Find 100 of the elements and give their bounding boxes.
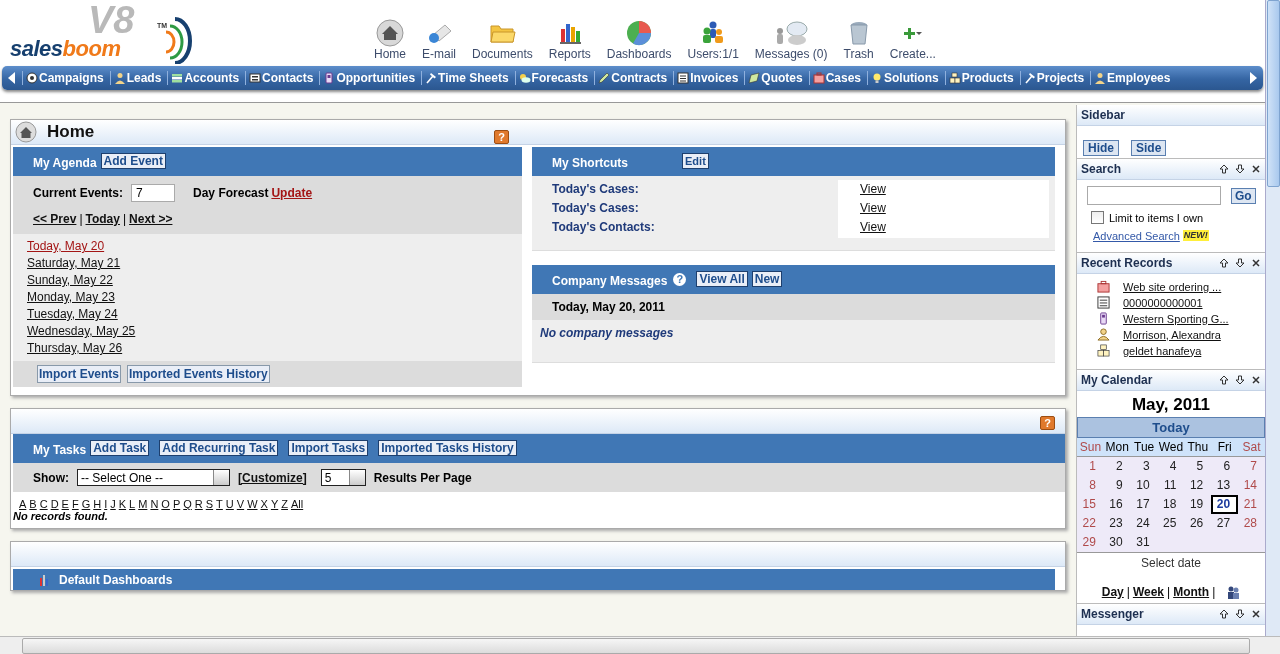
- letter-link[interactable]: O: [161, 498, 170, 510]
- calendar-day[interactable]: 2: [1103, 457, 1131, 476]
- task-button[interactable]: Add Recurring Task: [159, 440, 279, 456]
- module-tab[interactable]: Contacts: [245, 71, 320, 85]
- pager-link[interactable]: Next >>: [129, 212, 173, 226]
- toolbar-button[interactable]: Messages (0): [746, 19, 836, 61]
- letter-link[interactable]: Y: [270, 498, 279, 510]
- module-tab[interactable]: Projects: [1019, 71, 1091, 85]
- task-button[interactable]: Import Tasks: [288, 440, 369, 456]
- calendar-day[interactable]: 25: [1157, 514, 1185, 533]
- people-icon[interactable]: [1226, 585, 1241, 599]
- calendar-day[interactable]: 15: [1077, 495, 1104, 514]
- module-tab[interactable]: Leads: [109, 71, 168, 85]
- record-link[interactable]: Western Sporting G...: [1123, 312, 1255, 325]
- edit-button[interactable]: Edit: [682, 153, 709, 169]
- calendar-day[interactable]: 29: [1077, 533, 1104, 552]
- calendar-day[interactable]: 6: [1211, 457, 1239, 476]
- go-button[interactable]: Go: [1231, 187, 1256, 204]
- module-tab[interactable]: Accounts: [167, 71, 246, 85]
- close-icon[interactable]: [1251, 164, 1261, 174]
- calendar-day[interactable]: 12: [1184, 476, 1212, 495]
- letter-link[interactable]: F: [71, 498, 79, 510]
- toolbar-button[interactable]: Create...: [881, 19, 944, 61]
- module-tab[interactable]: Campaigns: [22, 71, 110, 85]
- calendar-day[interactable]: 14: [1238, 476, 1265, 495]
- toolbar-button[interactable]: Home: [366, 19, 414, 61]
- toolbar-button[interactable]: Users:1/1: [679, 19, 747, 61]
- calendar-day[interactable]: 9: [1103, 476, 1131, 495]
- message-button[interactable]: New: [751, 271, 783, 287]
- module-tab[interactable]: Cases: [808, 71, 868, 85]
- module-tab[interactable]: Products: [944, 71, 1020, 85]
- letter-link[interactable]: Z: [281, 498, 288, 510]
- view-link[interactable]: Week: [1132, 585, 1164, 599]
- calendar-day[interactable]: 18: [1157, 495, 1185, 514]
- up-arrow-icon[interactable]: [1219, 375, 1229, 385]
- calendar-day[interactable]: 23: [1103, 514, 1131, 533]
- import-button[interactable]: Import Events: [37, 365, 121, 383]
- close-icon[interactable]: [1251, 375, 1261, 385]
- current-events-field[interactable]: 7: [131, 184, 176, 202]
- show-dropdown[interactable]: -- Select One --: [77, 469, 230, 486]
- up-arrow-icon[interactable]: [1219, 164, 1229, 174]
- toolbar-button[interactable]: Reports: [540, 19, 599, 61]
- letter-link[interactable]: B: [29, 498, 37, 510]
- calendar-day[interactable]: 27: [1211, 514, 1239, 533]
- calendar-day[interactable]: 20: [1211, 495, 1239, 514]
- letter-link[interactable]: H: [93, 498, 102, 510]
- letter-link[interactable]: T: [216, 498, 223, 510]
- advanced-search-link[interactable]: Advanced Search: [1093, 230, 1180, 242]
- per-page-dropdown[interactable]: 5: [320, 469, 366, 486]
- letter-link[interactable]: V: [236, 498, 245, 510]
- letter-link[interactable]: X: [260, 498, 268, 510]
- message-button[interactable]: View All: [696, 271, 748, 287]
- down-arrow-icon[interactable]: [1235, 164, 1245, 174]
- view-link[interactable]: View: [860, 220, 886, 234]
- module-tab[interactable]: Time Sheets: [421, 71, 515, 85]
- down-arrow-icon[interactable]: [1235, 375, 1245, 385]
- close-icon[interactable]: [1251, 609, 1261, 619]
- calendar-day[interactable]: 8: [1077, 476, 1104, 495]
- vertical-scrollbar[interactable]: [1265, 0, 1280, 636]
- pager-link[interactable]: Today: [85, 212, 120, 226]
- record-link[interactable]: 0000000000001: [1123, 296, 1255, 309]
- letter-link[interactable]: K: [118, 498, 127, 510]
- calendar-day[interactable]: 26: [1184, 514, 1212, 533]
- view-link[interactable]: Day: [1101, 585, 1124, 599]
- task-button[interactable]: Imported Tasks History: [378, 440, 517, 456]
- limit-checkbox[interactable]: [1091, 211, 1104, 224]
- customize-link[interactable]: [Customize]: [238, 470, 307, 485]
- letter-link[interactable]: Q: [183, 498, 192, 510]
- pager-link[interactable]: << Prev: [33, 212, 77, 226]
- letter-link[interactable]: P: [172, 498, 181, 510]
- calendar-day[interactable]: 24: [1130, 514, 1158, 533]
- today-button[interactable]: Today: [1077, 417, 1265, 438]
- calendar-day[interactable]: 21: [1238, 495, 1265, 514]
- toolbar-button[interactable]: Dashboards: [598, 19, 680, 61]
- record-link[interactable]: Web site ordering ...: [1123, 280, 1255, 293]
- letter-link[interactable]: J: [110, 498, 116, 510]
- task-button[interactable]: Add Task: [90, 440, 150, 456]
- view-link[interactable]: View: [860, 182, 886, 196]
- module-tab[interactable]: Employees: [1090, 71, 1177, 85]
- letter-link[interactable]: All: [290, 498, 304, 510]
- toolbar-button[interactable]: E-mail: [414, 19, 465, 61]
- letter-link[interactable]: R: [194, 498, 203, 510]
- close-icon[interactable]: [1251, 258, 1261, 268]
- sidebar-button[interactable]: Side: [1131, 140, 1167, 156]
- module-tab[interactable]: Quotes: [744, 71, 809, 85]
- up-arrow-icon[interactable]: [1219, 258, 1229, 268]
- letter-link[interactable]: A: [19, 498, 27, 510]
- letter-link[interactable]: E: [61, 498, 69, 510]
- calendar-day[interactable]: 30: [1103, 533, 1131, 552]
- calendar-day[interactable]: 16: [1103, 495, 1131, 514]
- module-tab[interactable]: Contracts: [594, 71, 674, 85]
- calendar-day[interactable]: 5: [1184, 457, 1212, 476]
- view-link[interactable]: View: [860, 201, 886, 215]
- letter-link[interactable]: G: [81, 498, 91, 510]
- record-link[interactable]: Morrison, Alexandra: [1123, 328, 1255, 341]
- letter-link[interactable]: U: [225, 498, 234, 510]
- toolbar-button[interactable]: Documents: [464, 19, 541, 61]
- calendar-day[interactable]: 3: [1130, 457, 1158, 476]
- calendar-day[interactable]: 4: [1157, 457, 1185, 476]
- calendar-day[interactable]: 13: [1211, 476, 1239, 495]
